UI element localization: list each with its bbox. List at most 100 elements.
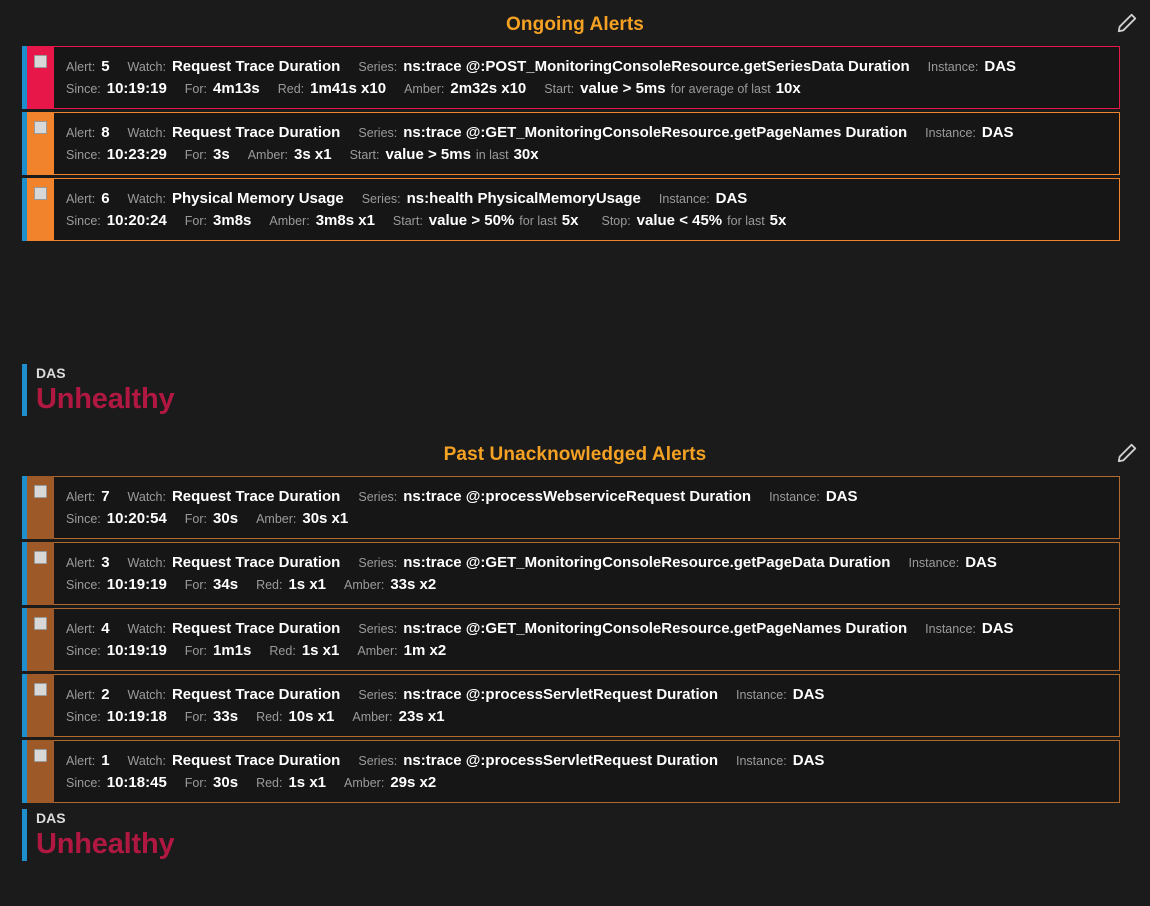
table-row[interactable]: Alert:7Watch:Request Trace DurationSerie… xyxy=(22,476,1120,539)
pencil-icon[interactable] xyxy=(1116,442,1138,464)
alert-amber-value: 1m x2 xyxy=(404,642,447,659)
alert-for-label: For: xyxy=(185,82,207,96)
alert-series: Series:ns:trace @:POST_MonitoringConsole… xyxy=(358,58,909,75)
table-row[interactable]: Alert:2Watch:Request Trace DurationSerie… xyxy=(22,674,1120,737)
alert-id: Alert:5 xyxy=(66,58,110,75)
alert-for-value: 4m13s xyxy=(213,80,260,97)
alert-details: Alert:4Watch:Request Trace DurationSerie… xyxy=(54,608,1120,671)
alert-id-label: Alert: xyxy=(66,688,95,702)
alert-since-value: 10:20:24 xyxy=(107,212,167,229)
alert-start-condition: Start:value > 50%for last5x xyxy=(393,212,584,229)
alert-amber: Amber:30s x1 xyxy=(256,510,348,527)
past-status-block: DAS Unhealthy xyxy=(22,809,1150,861)
alert-line-primary: Alert:4Watch:Request Trace DurationSerie… xyxy=(66,620,1109,637)
alert-amber-label: Amber: xyxy=(344,578,384,592)
alert-amber-label: Amber: xyxy=(404,82,444,96)
severity-block xyxy=(27,542,54,605)
alert-id: Alert:4 xyxy=(66,620,110,637)
acknowledge-checkbox[interactable] xyxy=(34,121,47,134)
alert-since-label: Since: xyxy=(66,512,101,526)
alert-red-value: 10s x1 xyxy=(288,708,334,725)
acknowledge-checkbox[interactable] xyxy=(34,485,47,498)
alert-line-secondary: Since:10:18:45For:30sRed:1s x1Amber:29s … xyxy=(66,774,1109,791)
alert-instance-value: DAS xyxy=(793,752,825,769)
alert-for: For:3s xyxy=(185,146,230,163)
alert-instance-value: DAS xyxy=(826,488,858,505)
alert-since-value: 10:19:18 xyxy=(107,708,167,725)
alert-id-label: Alert: xyxy=(66,192,95,206)
acknowledge-checkbox[interactable] xyxy=(34,551,47,564)
alert-watch: Watch:Request Trace Duration xyxy=(128,124,341,141)
pencil-icon[interactable] xyxy=(1116,12,1138,34)
alert-series-label: Series: xyxy=(358,622,397,636)
section-gap xyxy=(0,416,1150,430)
alert-red-value: 1s x1 xyxy=(302,642,340,659)
table-row[interactable]: Alert:3Watch:Request Trace DurationSerie… xyxy=(22,542,1120,605)
alert-watch: Watch:Request Trace Duration xyxy=(128,58,341,75)
alert-since-value: 10:23:29 xyxy=(107,146,167,163)
alert-amber-label: Amber: xyxy=(352,710,392,724)
alert-for-value: 3m8s xyxy=(213,212,251,229)
acknowledge-checkbox[interactable] xyxy=(34,55,47,68)
alert-for: For:34s xyxy=(185,576,238,593)
alert-start-condition-count: 10x xyxy=(776,80,801,97)
alert-for-label: For: xyxy=(185,644,207,658)
alert-since: Since: 10:23:29 xyxy=(66,146,167,163)
alert-series-value: ns:trace @:processServletRequest Duratio… xyxy=(403,686,718,703)
alert-instance-value: DAS xyxy=(716,190,748,207)
alert-since: Since:10:19:19 xyxy=(66,576,167,593)
alert-watch: Watch:Request Trace Duration xyxy=(128,752,341,769)
alert-watch-label: Watch: xyxy=(128,622,166,636)
alert-line-primary: Alert:5 Watch:Request Trace Duration Serie… xyxy=(66,58,1109,75)
alert-id: Alert:1 xyxy=(66,752,110,769)
alert-watch: Watch:Physical Memory Usage xyxy=(128,190,344,207)
alert-since: Since:10:18:45 xyxy=(66,774,167,791)
acknowledge-checkbox[interactable] xyxy=(34,749,47,762)
alert-for-label: For: xyxy=(185,710,207,724)
alert-since-value: 10:19:19 xyxy=(107,80,167,97)
alert-since-label: Since: xyxy=(66,148,101,162)
table-row[interactable]: Alert:6Watch:Physical Memory UsageSeries… xyxy=(22,178,1120,241)
alert-id-value: 5 xyxy=(101,58,109,75)
alert-instance-label: Instance: xyxy=(736,688,787,702)
alert-series: Series:ns:trace @:GET_MonitoringConsoleR… xyxy=(358,554,890,571)
alert-for-value: 34s xyxy=(213,576,238,593)
severity-block xyxy=(27,46,54,109)
alert-instance-value: DAS xyxy=(984,58,1016,75)
alert-since-label: Since: xyxy=(66,214,101,228)
alert-id: Alert:2 xyxy=(66,686,110,703)
alert-instance-label: Instance: xyxy=(736,754,787,768)
severity-block xyxy=(27,112,54,175)
alert-amber: Amber:23s x1 xyxy=(352,708,444,725)
alert-amber-value: 3m8s x1 xyxy=(316,212,375,229)
alerts-page: Ongoing Alerts Alert:5Watch:Request Trac… xyxy=(0,0,1150,906)
alert-start-condition-count: 30x xyxy=(514,146,539,163)
acknowledge-checkbox[interactable] xyxy=(34,187,47,200)
alert-line-primary: Alert:6Watch:Physical Memory UsageSeries… xyxy=(66,190,1109,207)
alert-line-primary: Alert:7Watch:Request Trace DurationSerie… xyxy=(66,488,1109,505)
alert-amber: Amber:2m32s x10 xyxy=(404,80,526,97)
alert-watch-label: Watch: xyxy=(128,60,166,74)
alert-series-label: Series: xyxy=(358,688,397,702)
alert-amber: Amber:33s x2 xyxy=(344,576,436,593)
table-row[interactable]: Alert:1Watch:Request Trace DurationSerie… xyxy=(22,740,1120,803)
acknowledge-checkbox[interactable] xyxy=(34,617,47,630)
alert-since: Since:10:19:19 xyxy=(66,642,167,659)
alert-instance: Instance:DAS xyxy=(659,190,747,207)
acknowledge-checkbox[interactable] xyxy=(34,683,47,696)
alert-line-secondary: Since:10:19:19For:34sRed:1s x1Amber:33s … xyxy=(66,576,1109,593)
table-row[interactable]: Alert:4Watch:Request Trace DurationSerie… xyxy=(22,608,1120,671)
alert-stop-condition-count: 5x xyxy=(770,212,787,229)
alert-since: Since:10:19:18 xyxy=(66,708,167,725)
table-row[interactable]: Alert:8Watch:Request Trace DurationSerie… xyxy=(22,112,1120,175)
alert-instance-value: DAS xyxy=(982,620,1014,637)
alert-red: Red:1s x1 xyxy=(269,642,339,659)
alert-red: Red:1m41s x10 xyxy=(278,80,386,97)
alert-line-primary: Alert:2Watch:Request Trace DurationSerie… xyxy=(66,686,1109,703)
table-row[interactable]: Alert:5 Watch:Request Trace Duration Serie… xyxy=(22,46,1120,109)
alert-details: Alert:1Watch:Request Trace DurationSerie… xyxy=(54,740,1120,803)
alert-start-condition-label: Start: xyxy=(350,148,380,162)
alert-start-condition-expression: value > 5ms xyxy=(580,80,665,97)
alert-series-value: ns:trace @:POST_MonitoringConsoleResourc… xyxy=(403,58,909,75)
alert-line-secondary: Since:10:23:29For:3sAmber:3s x1Start:val… xyxy=(66,146,1109,163)
